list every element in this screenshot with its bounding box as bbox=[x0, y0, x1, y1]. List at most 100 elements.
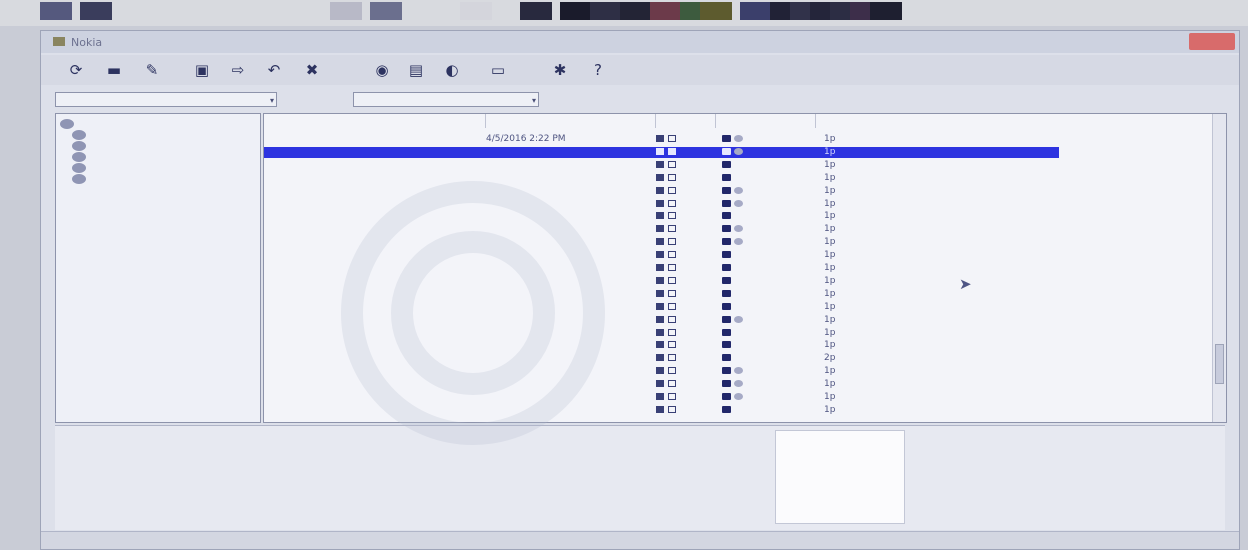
type-cell bbox=[656, 289, 706, 300]
size-cell: 1p bbox=[824, 185, 836, 196]
status-cell bbox=[722, 186, 802, 197]
scrollbar-thumb[interactable] bbox=[1215, 344, 1224, 384]
folder-select[interactable]: ▾ bbox=[55, 92, 277, 107]
size-cell: 1p bbox=[824, 392, 836, 402]
color-swatch bbox=[80, 2, 112, 20]
attachment-icon bbox=[668, 315, 676, 323]
inbox-folder-icon bbox=[72, 129, 86, 140]
forward-icon[interactable]: ⇨ bbox=[227, 61, 249, 79]
status-phone-icon bbox=[722, 160, 731, 168]
table-row[interactable]: 4/5/2016 2:22 PM 1p bbox=[264, 134, 1059, 145]
attachment-icon bbox=[668, 186, 676, 194]
color-swatch bbox=[700, 2, 732, 20]
table-row[interactable]: 1p bbox=[264, 173, 1059, 184]
size-cell: 1p bbox=[824, 211, 836, 222]
status-cell bbox=[722, 315, 802, 326]
status-sent-icon bbox=[734, 147, 743, 155]
table-row[interactable]: 1p bbox=[264, 392, 1059, 403]
type-cell bbox=[656, 134, 706, 145]
table-row[interactable]: 1p bbox=[264, 302, 1059, 313]
size-cell: 1p bbox=[824, 275, 836, 286]
sync-icon[interactable]: ◐ bbox=[441, 61, 463, 79]
attachment-icon bbox=[668, 405, 676, 413]
message-type-icon bbox=[656, 289, 664, 297]
table-row[interactable]: 1p bbox=[264, 276, 1059, 287]
size-cell: 1p bbox=[824, 146, 836, 157]
contacts-icon[interactable]: ◉ bbox=[371, 61, 393, 79]
table-row[interactable]: 1p bbox=[264, 237, 1059, 248]
attachment-icon bbox=[668, 393, 676, 400]
status-phone-icon bbox=[722, 380, 731, 388]
status-cell bbox=[722, 340, 802, 351]
color-swatch bbox=[460, 2, 492, 20]
reply-icon[interactable]: ↶ bbox=[263, 61, 285, 79]
column-header[interactable] bbox=[816, 114, 1226, 128]
status-cell bbox=[722, 405, 802, 416]
list-scrollbar[interactable] bbox=[1212, 114, 1226, 422]
type-cell bbox=[656, 211, 706, 222]
column-header[interactable] bbox=[486, 114, 656, 128]
attachment-icon bbox=[668, 367, 676, 375]
status-cell bbox=[722, 392, 802, 403]
type-cell bbox=[656, 276, 706, 287]
status-sent-icon bbox=[734, 225, 743, 233]
message-type-icon bbox=[656, 212, 664, 220]
type-cell bbox=[656, 160, 706, 171]
type-cell bbox=[656, 250, 706, 261]
delete-icon[interactable]: ✖ bbox=[301, 61, 323, 79]
attachment-icon bbox=[668, 135, 676, 142]
table-row[interactable]: 1p bbox=[264, 379, 1059, 390]
status-phone-icon bbox=[722, 251, 731, 259]
type-cell bbox=[656, 173, 706, 184]
column-header[interactable] bbox=[716, 114, 816, 128]
attachment-icon bbox=[668, 238, 676, 246]
view-icon[interactable]: ▭ bbox=[487, 61, 509, 79]
table-row[interactable]: 1p bbox=[264, 263, 1059, 274]
close-button[interactable] bbox=[1189, 33, 1235, 50]
table-row[interactable]: 1p bbox=[264, 289, 1059, 300]
tools-icon[interactable]: ✱ bbox=[549, 61, 571, 79]
status-cell bbox=[722, 302, 802, 313]
table-row[interactable]: 2p bbox=[264, 353, 1059, 364]
table-row[interactable]: 1p bbox=[264, 315, 1059, 326]
message-type-icon bbox=[656, 251, 664, 259]
message-icon[interactable]: ▤ bbox=[405, 61, 427, 79]
help-icon[interactable]: ? bbox=[587, 61, 609, 79]
filter-select[interactable]: ▾ bbox=[353, 92, 539, 107]
table-row[interactable]: 1p bbox=[264, 199, 1059, 210]
status-phone-icon bbox=[722, 199, 731, 207]
table-row[interactable]: 1p bbox=[264, 340, 1059, 351]
status-phone-icon bbox=[722, 393, 731, 400]
type-cell bbox=[656, 353, 706, 364]
status-sent-icon bbox=[734, 135, 743, 142]
app-window: Nokia ⟳ ▬ ✎ ▣ ⇨ ↶ ✖ ◉ ▤ ◐ ▭ ✱? ▾ ▾ 4/5/2016 2:22 PM… bbox=[40, 30, 1240, 550]
status-phone-icon bbox=[722, 367, 731, 375]
table-row[interactable]: 1p bbox=[264, 405, 1059, 416]
type-cell bbox=[656, 199, 706, 210]
size-cell: 1p bbox=[824, 301, 836, 312]
color-swatch bbox=[590, 2, 622, 20]
column-header[interactable] bbox=[656, 114, 716, 128]
status-phone-icon bbox=[722, 405, 731, 413]
table-row[interactable]: 1p bbox=[264, 250, 1059, 261]
phone-icon[interactable]: ▬ bbox=[103, 61, 125, 79]
status-cell bbox=[722, 237, 802, 248]
table-row[interactable]: 1p bbox=[264, 160, 1059, 171]
table-row[interactable]: 1p bbox=[264, 224, 1059, 235]
edit-icon[interactable]: ✎ bbox=[141, 61, 163, 79]
table-row[interactable]: 1p bbox=[264, 328, 1059, 339]
save-icon[interactable]: ▣ bbox=[191, 61, 213, 79]
column-header[interactable] bbox=[264, 114, 486, 128]
table-row[interactable]: 1p bbox=[264, 146, 1059, 158]
table-row[interactable]: 1p bbox=[264, 186, 1059, 197]
status-phone-icon bbox=[722, 276, 731, 284]
size-cell: 1p bbox=[824, 404, 836, 415]
message-type-icon bbox=[656, 302, 664, 310]
table-row[interactable]: 1p bbox=[264, 211, 1059, 222]
refresh-icon[interactable]: ⟳ bbox=[65, 61, 87, 79]
filter-bar: ▾ ▾ bbox=[41, 89, 1239, 111]
tree-item[interactable] bbox=[72, 173, 90, 185]
table-row[interactable]: 1p bbox=[264, 366, 1059, 377]
folder-icon bbox=[72, 151, 86, 162]
status-phone-icon bbox=[722, 135, 731, 142]
